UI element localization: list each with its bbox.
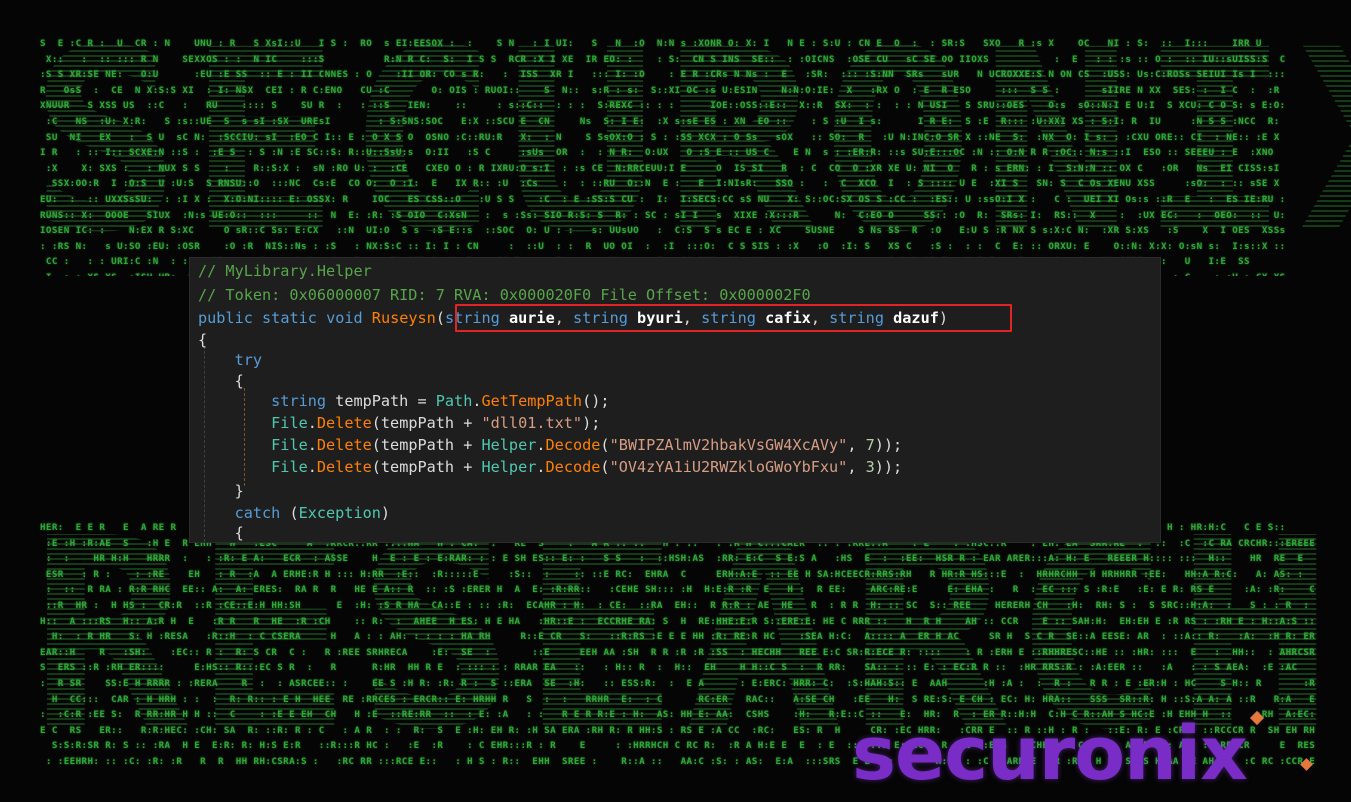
code-line: // MyLibrary.Helper [198, 260, 372, 282]
code-token: 3 [865, 458, 875, 476]
code-token: { [198, 331, 208, 349]
code-token: "BWIPZAlmV2hbakVsGW4XcAVy" [609, 436, 848, 454]
parameters-highlight-box [455, 304, 1012, 332]
code-token: , [847, 458, 866, 476]
code-token: Delete [316, 458, 372, 476]
code-line: string tempPath = Path.GetTempPath(); [198, 390, 610, 412]
code-token: Delete [316, 436, 372, 454]
code-line: File.Delete(tempPath + Helper.Decode("OV… [198, 456, 902, 478]
code-token: string [271, 392, 327, 410]
code-token: static [262, 309, 317, 327]
code-token: (tempPath + [371, 436, 482, 454]
code-token: . [307, 436, 317, 454]
code-token: . [307, 458, 317, 476]
code-token: { [198, 524, 244, 542]
decompiled-code-panel: // MyLibrary.Helper // Token: 0x06000007 … [190, 258, 1160, 542]
code-line: File.Delete(tempPath + "dll01.txt"); [198, 412, 600, 434]
code-token: try [234, 351, 263, 369]
code-token: "OV4zYA1iU2RWZkloGWoYbFxu" [609, 458, 848, 476]
code-token: GetTempPath [481, 392, 583, 410]
code-token: . [536, 436, 546, 454]
code-token: // Token: 0x06000007 RID: 7 RVA: 0x00002… [198, 286, 811, 304]
code-token: Delete [316, 414, 372, 432]
code-token: Path [435, 392, 473, 410]
code-token: File [271, 458, 308, 476]
code-line: { [198, 370, 244, 392]
code-token: )); [874, 458, 903, 476]
code-token: Helper [481, 436, 537, 454]
code-token: (); [582, 392, 610, 410]
code-token: Exception [298, 504, 381, 522]
code-token: (tempPath + [371, 458, 482, 476]
code-token: } [198, 482, 244, 500]
code-token: File [271, 436, 308, 454]
code-line: // Token: 0x06000007 RID: 7 RVA: 0x00002… [198, 284, 811, 306]
ascii-top-block: S E :C R : U CR : N UNU : R S XsI::U I S… [40, 38, 1286, 276]
logo-spark-icon [1300, 758, 1313, 771]
code-token: { [198, 372, 244, 390]
code-token: ( [600, 458, 610, 476]
code-token: catch [234, 504, 281, 522]
code-token: ( [280, 504, 299, 522]
code-token: Decode [545, 458, 601, 476]
code-token: Helper [481, 458, 537, 476]
code-token: public [198, 309, 253, 327]
code-line: { [198, 522, 244, 542]
code-token: // MyLibrary.Helper [198, 262, 372, 280]
code-token: Ruseysn [371, 309, 436, 327]
code-token: File [271, 414, 308, 432]
code-token: tempPath = [326, 392, 436, 410]
code-token: ( [435, 309, 445, 327]
code-token: ) [380, 504, 391, 522]
code-token: ( [600, 436, 610, 454]
code-line: try [198, 349, 262, 371]
code-token: . [536, 458, 546, 476]
securonix-logo: securonix [852, 711, 1248, 797]
code-token: . [307, 414, 317, 432]
code-line: File.Delete(tempPath + Helper.Decode("BW… [198, 434, 902, 456]
code-token: Decode [545, 436, 601, 454]
code-token: 7 [865, 436, 875, 454]
code-token: ); [582, 414, 601, 432]
code-token: (tempPath + [371, 414, 482, 432]
code-token: void [326, 309, 363, 327]
code-token: . [472, 392, 482, 410]
logo-spark-icon [1249, 710, 1265, 726]
code-line: { [198, 329, 207, 351]
code-token: , [847, 436, 866, 454]
ascii-word-top: SECURONIX [30, 12, 1351, 272]
code-line: catch (Exception) [198, 502, 390, 524]
code-token: )); [874, 436, 903, 454]
code-line: } [198, 480, 244, 502]
code-token: "dll01.txt" [481, 414, 583, 432]
